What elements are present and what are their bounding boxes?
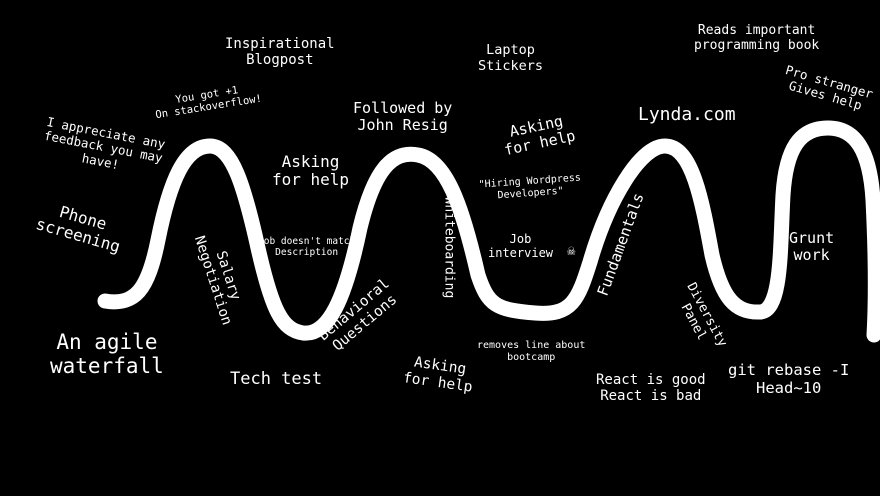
- label-laptop-stickers: Laptop Stickers: [478, 42, 544, 74]
- label-git-rebase: git rebase -I Head~10: [728, 361, 850, 397]
- label-react-good-bad: React is good React is bad: [596, 372, 706, 405]
- label-job-doesnt-match: Job doesn't match Description: [258, 236, 356, 258]
- skull-icon: ☠: [567, 243, 576, 259]
- label-inspirational-blogpost: Inspirational Blogpost: [225, 36, 335, 69]
- label-agile-waterfall: An agile waterfall: [50, 330, 164, 379]
- label-removes-bootcamp: removes line about bootcamp: [477, 340, 586, 363]
- label-followed-by-john-resig: Followed by John Resig: [353, 99, 453, 135]
- label-grunt-work: Grunt work: [789, 229, 835, 265]
- label-lynda: Lynda.com: [638, 104, 736, 125]
- rollercoaster-canvas: Inspirational Blogpost Laptop Stickers R…: [0, 0, 880, 496]
- label-job-interview: Job interview: [488, 232, 554, 260]
- label-asking-for-help-left: Asking for help: [272, 152, 350, 190]
- label-reads-book: Reads important programming book: [694, 23, 820, 53]
- label-whiteboarding: Whiteboarding: [441, 196, 457, 299]
- label-tech-test: Tech test: [230, 369, 323, 389]
